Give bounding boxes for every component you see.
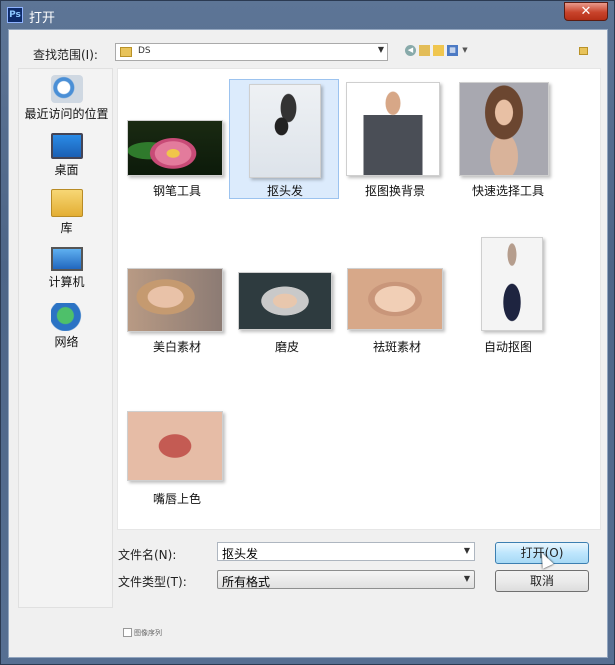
view-menu-icon[interactable]: ▦	[447, 45, 458, 56]
place-label: 最近访问的位置	[24, 107, 109, 121]
filename-label: 文件名(N):	[118, 548, 177, 562]
thumbnail-image	[347, 268, 443, 330]
filename-value: 抠头发	[222, 547, 259, 561]
image-sequence-checkbox[interactable]	[123, 628, 132, 637]
place-network[interactable]: 网络	[19, 303, 114, 349]
file-name: 嘴唇上色	[152, 492, 201, 506]
thumbnail-image	[127, 120, 223, 176]
file-name: 快速选择工具	[471, 184, 544, 198]
thumbnail-image	[481, 237, 543, 331]
file-item[interactable]: 抠头发	[229, 79, 339, 199]
file-item[interactable]: 钢笔工具	[122, 79, 232, 198]
place-computer[interactable]: 计算机	[19, 247, 114, 289]
chevron-down-icon[interactable]: ▼	[464, 546, 470, 555]
file-item[interactable]: 美白素材	[122, 237, 232, 355]
filename-field[interactable]: 抠头发 ▼	[217, 542, 475, 561]
place-desktop[interactable]: 桌面	[19, 133, 114, 177]
thumbnail-image	[346, 82, 440, 176]
libraries-icon	[50, 189, 83, 217]
network-icon	[50, 303, 83, 331]
file-name: 祛斑素材	[372, 340, 421, 354]
new-folder-icon[interactable]	[433, 45, 444, 56]
cancel-button[interactable]: 取消	[495, 570, 589, 592]
filetype-value: 所有格式	[222, 575, 271, 589]
look-in-value: DS	[138, 46, 151, 56]
photoshop-app-icon: Ps	[7, 7, 23, 23]
file-name: 抠头发	[266, 184, 303, 198]
place-libraries[interactable]: 库	[19, 189, 114, 235]
thumbnail-image	[459, 82, 549, 176]
filetype-label: 文件类型(T):	[118, 575, 187, 589]
chevron-down-icon: ▼	[463, 574, 470, 583]
dialog-body: 查找范围(I): DS ▼ ◀ ▦ ▼ 最近访问的位置 桌面 库 计算机 网络 …	[8, 29, 608, 658]
place-label: 网络	[54, 335, 79, 349]
file-name: 美白素材	[152, 340, 201, 354]
file-name: 自动抠图	[483, 340, 532, 354]
places-bar: 最近访问的位置 桌面 库 计算机 网络	[18, 68, 113, 608]
look-in-label: 查找范围(I):	[33, 48, 98, 62]
file-name: 抠图换背景	[364, 184, 425, 198]
filetype-select[interactable]: 所有格式 ▼	[217, 570, 475, 589]
place-label: 库	[60, 221, 73, 235]
thumbnail-image	[127, 268, 223, 332]
place-label: 计算机	[48, 275, 85, 289]
open-dialog-window: Ps 打开 ✕ 查找范围(I): DS ▼ ◀ ▦ ▼ 最近访问的位置 桌面 库…	[0, 0, 615, 665]
file-name: 钢笔工具	[152, 184, 201, 198]
file-item[interactable]: 抠图换背景	[340, 79, 450, 198]
place-label: 桌面	[54, 163, 79, 177]
look-in-combobox[interactable]: DS ▼	[115, 43, 388, 61]
navigation-toolbar: ◀ ▦ ▼	[405, 45, 469, 56]
folder-icon[interactable]	[579, 47, 588, 55]
folder-icon	[120, 47, 132, 57]
thumbnail-image	[127, 411, 223, 481]
desktop-icon	[50, 133, 83, 159]
window-title: 打开	[29, 11, 56, 26]
file-list[interactable]: 钢笔工具 抠头发 抠图换背景 快速选择工具 美白素材 磨皮 祛斑素材 自动抠图 …	[117, 68, 601, 530]
title-bar[interactable]: Ps 打开 ✕	[1, 1, 614, 29]
place-recent[interactable]: 最近访问的位置	[19, 75, 114, 121]
file-item[interactable]: 嘴唇上色	[122, 393, 232, 511]
thumbnail-image	[238, 272, 332, 330]
chevron-down-icon[interactable]: ▼	[378, 45, 384, 54]
view-dropdown-icon[interactable]: ▼	[461, 45, 469, 56]
image-sequence-label: 图像序列	[134, 629, 162, 637]
file-item[interactable]: 快速选择工具	[453, 79, 563, 198]
file-name: 磨皮	[274, 340, 299, 354]
up-folder-icon[interactable]	[419, 45, 430, 56]
file-item[interactable]: 自动抠图	[453, 237, 563, 355]
close-button[interactable]: ✕	[564, 2, 608, 21]
file-item[interactable]: 磨皮	[232, 237, 342, 355]
computer-icon	[50, 247, 83, 271]
thumbnail-image	[249, 84, 321, 178]
back-icon[interactable]: ◀	[405, 45, 416, 56]
file-item[interactable]: 祛斑素材	[342, 237, 452, 355]
recent-places-icon	[50, 75, 83, 103]
